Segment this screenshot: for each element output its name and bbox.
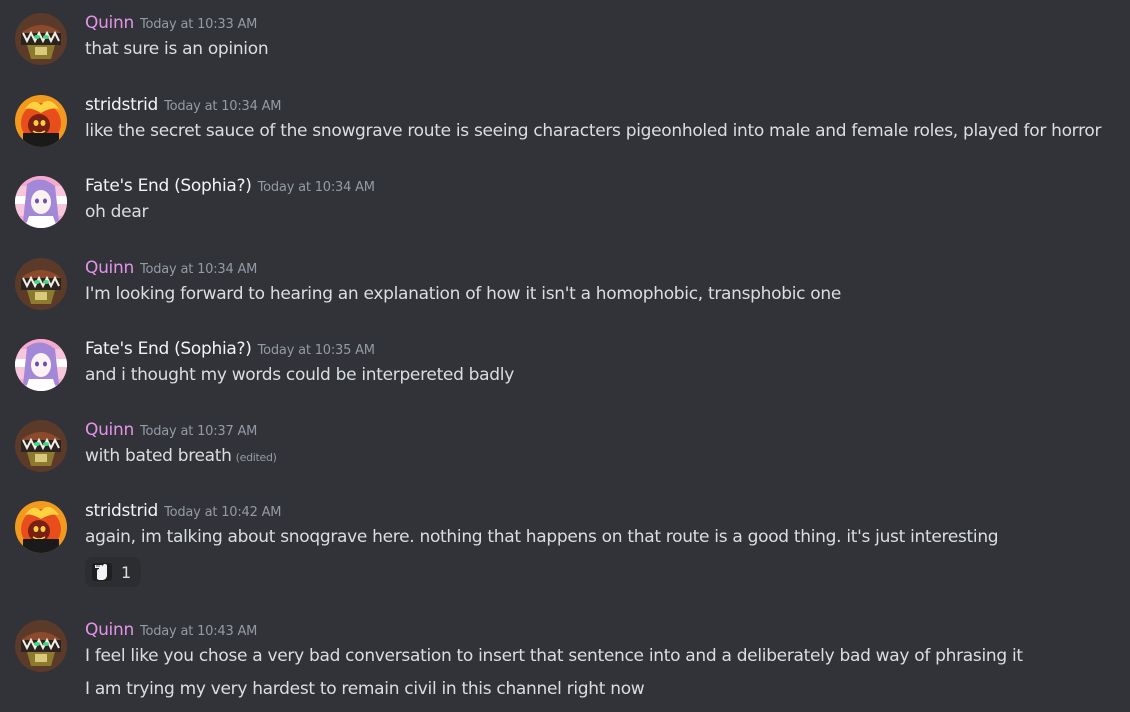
timestamp[interactable]: Today at 10:35 AM bbox=[258, 343, 375, 358]
message-text: I'm looking forward to hearing an explan… bbox=[85, 284, 842, 304]
message-header: Quinn Today at 10:33 AM bbox=[85, 13, 257, 33]
timestamp[interactable]: Today at 10:34 AM bbox=[140, 262, 257, 277]
timestamp[interactable]: Today at 10:43 AM bbox=[140, 624, 257, 639]
avatar-fates-end[interactable] bbox=[15, 339, 67, 391]
timestamp[interactable]: Today at 10:42 AM bbox=[164, 505, 281, 520]
message-text: with bated breath (edited) bbox=[85, 446, 277, 466]
avatar-fates-end[interactable] bbox=[15, 176, 67, 228]
username[interactable]: Fate's End (Sophia?) bbox=[85, 176, 252, 196]
username[interactable]: Fate's End (Sophia?) bbox=[85, 339, 252, 359]
message-header: Quinn Today at 10:34 AM bbox=[85, 258, 257, 278]
message-text: I feel like you chose a very bad convers… bbox=[85, 646, 1023, 666]
username[interactable]: Quinn bbox=[85, 620, 134, 640]
username[interactable]: Quinn bbox=[85, 258, 134, 278]
edited-label: (edited) bbox=[235, 451, 277, 464]
timestamp[interactable]: Today at 10:34 AM bbox=[164, 99, 281, 114]
message-header: Quinn Today at 10:37 AM bbox=[85, 420, 257, 440]
timestamp[interactable]: Today at 10:34 AM bbox=[258, 180, 375, 195]
timestamp[interactable]: Today at 10:33 AM bbox=[140, 17, 257, 32]
avatar-quinn[interactable] bbox=[15, 258, 67, 310]
message-text: I am trying my very hardest to remain ci… bbox=[85, 679, 645, 699]
message-text: again, im talking about snoqgrave here. … bbox=[85, 527, 999, 547]
reaction-count: 1 bbox=[121, 562, 132, 582]
message-header: stridstrid Today at 10:34 AM bbox=[85, 95, 281, 115]
timestamp[interactable]: Today at 10:37 AM bbox=[140, 424, 257, 439]
avatar-quinn[interactable] bbox=[15, 420, 67, 472]
avatar-stridstrid[interactable] bbox=[15, 501, 67, 553]
message-text-body: with bated breath bbox=[85, 446, 232, 466]
hand-emoji-icon bbox=[92, 563, 112, 581]
message-text: and i thought my words could be interper… bbox=[85, 365, 514, 385]
avatar-stridstrid[interactable] bbox=[15, 95, 67, 147]
reaction-button[interactable]: 1 bbox=[85, 557, 141, 587]
message-header: Fate's End (Sophia?) Today at 10:34 AM bbox=[85, 176, 375, 196]
avatar-quinn[interactable] bbox=[15, 13, 67, 65]
message-header: stridstrid Today at 10:42 AM bbox=[85, 501, 281, 521]
username[interactable]: stridstrid bbox=[85, 501, 158, 521]
message-text: oh dear bbox=[85, 202, 149, 222]
message-text: that sure is an opinion bbox=[85, 39, 269, 59]
message-header: Quinn Today at 10:43 AM bbox=[85, 620, 257, 640]
username[interactable]: stridstrid bbox=[85, 95, 158, 115]
username[interactable]: Quinn bbox=[85, 13, 134, 33]
message-text: like the secret sauce of the snowgrave r… bbox=[85, 121, 1102, 141]
message-header: Fate's End (Sophia?) Today at 10:35 AM bbox=[85, 339, 375, 359]
chat-log: Quinn Today at 10:33 AM that sure is an o… bbox=[0, 0, 1130, 712]
avatar-quinn[interactable] bbox=[15, 620, 67, 672]
username[interactable]: Quinn bbox=[85, 420, 134, 440]
